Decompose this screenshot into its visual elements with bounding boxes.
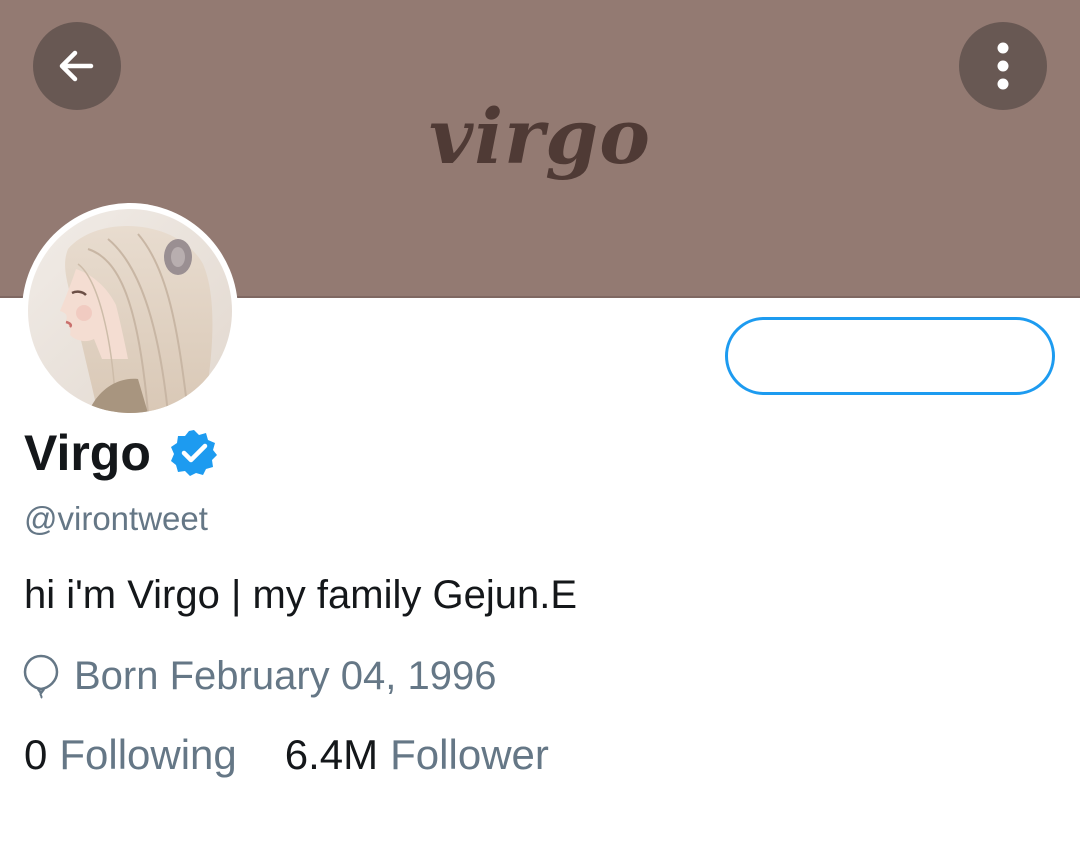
vertical-dots-icon <box>997 42 1009 90</box>
banner-title: virgo <box>429 92 651 181</box>
follow-stats: 0 Following 6.4M Follower <box>24 731 549 779</box>
followers-count: 6.4M <box>284 731 379 778</box>
back-button[interactable] <box>33 22 121 110</box>
followers-label: Follower <box>390 731 549 778</box>
more-options-button[interactable] <box>959 22 1047 110</box>
birth-date-text: Born February 04, 1996 <box>74 653 497 698</box>
user-handle: @virontweet <box>24 500 208 537</box>
arrow-left-icon <box>59 50 94 82</box>
birth-date-row: Born February 04, 1996 <box>22 653 496 699</box>
avatar[interactable] <box>22 203 238 419</box>
following-label: Following <box>59 731 237 778</box>
follow-button[interactable] <box>725 317 1055 395</box>
display-name-text: Virgo <box>24 425 151 481</box>
avatar-image <box>28 209 232 413</box>
display-name: Virgo <box>24 424 219 482</box>
balloon-icon <box>23 654 59 699</box>
verified-badge-icon <box>170 430 217 476</box>
followers-stat[interactable]: 6.4M Follower <box>285 731 549 779</box>
following-stat[interactable]: 0 Following <box>24 731 237 779</box>
bio-text: hi i'm Virgo | my family Gejun.E <box>24 573 578 617</box>
following-count: 0 <box>24 731 48 778</box>
